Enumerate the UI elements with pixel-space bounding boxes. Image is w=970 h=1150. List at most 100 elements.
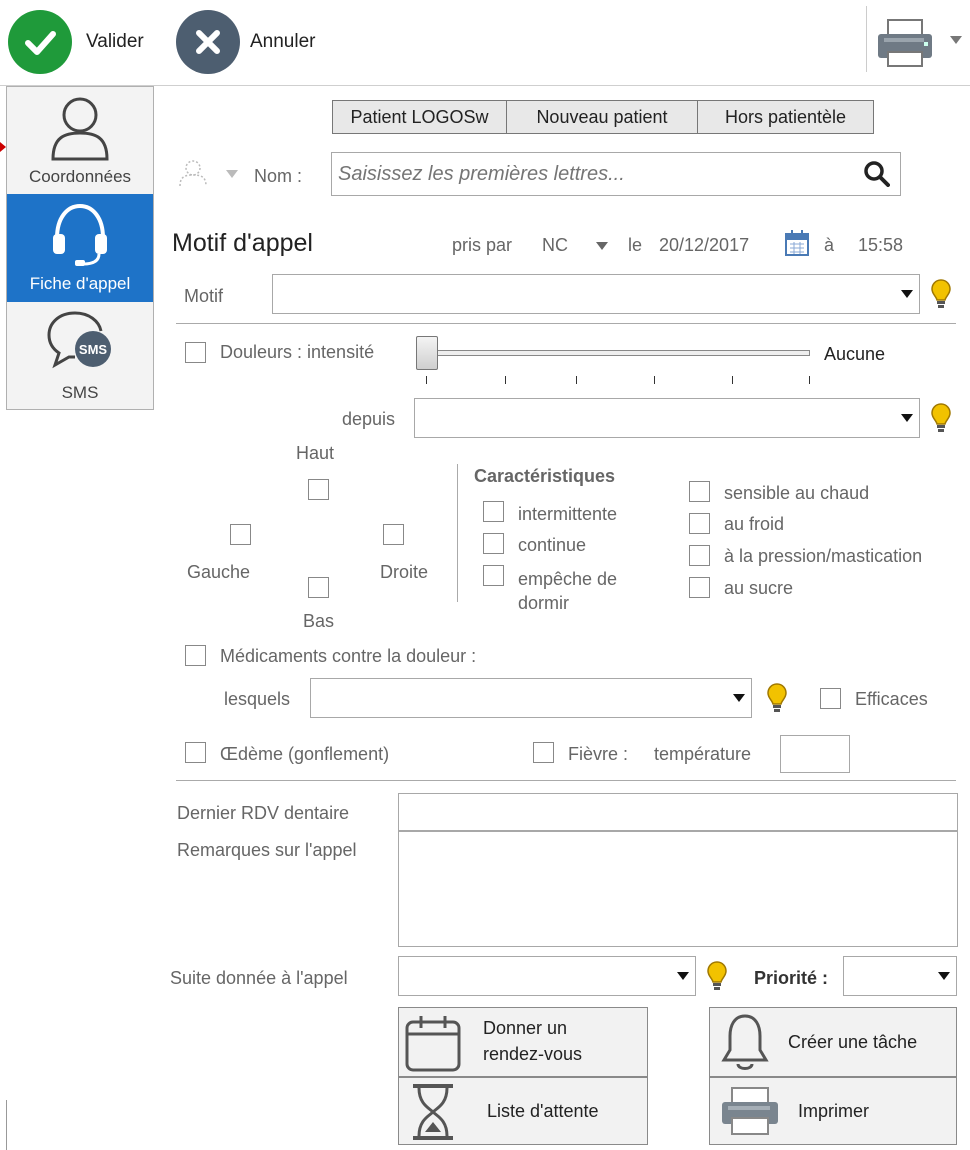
call-date[interactable]: 20/12/2017 (659, 235, 749, 256)
sidebar-item-coordonnees[interactable]: Coordonnées (7, 87, 153, 193)
calendar-icon[interactable] (784, 229, 810, 257)
tab-hors-patientele[interactable]: Hors patientèle (698, 100, 874, 134)
intermittent-checkbox[interactable] (483, 501, 504, 522)
chevron-down-icon (677, 972, 689, 980)
taken-by-select[interactable]: NC (540, 230, 616, 260)
hourglass-icon (413, 1084, 453, 1140)
medication-select[interactable] (310, 678, 752, 718)
douleurs-checkbox[interactable] (185, 342, 206, 363)
chevron-down-icon (901, 414, 913, 422)
toolbar-separator (866, 6, 867, 72)
location-bottom-checkbox[interactable] (308, 577, 329, 598)
lightbulb-icon[interactable] (930, 278, 952, 310)
give-appointment-button[interactable]: Donner un rendez-vous (398, 1007, 648, 1077)
last-appointment-input[interactable] (398, 793, 958, 831)
last-appointment-label: Dernier RDV dentaire (177, 803, 350, 823)
printer-icon (722, 1087, 778, 1135)
effective-checkbox[interactable] (820, 688, 841, 709)
prevents-sleep-checkbox[interactable] (483, 565, 504, 586)
printer-icon (878, 19, 932, 67)
slider-tick (576, 376, 577, 384)
continuous-checkbox[interactable] (483, 533, 504, 554)
avatar-placeholder-icon (179, 160, 207, 187)
tab-patient-logosw[interactable]: Patient LOGOSw (332, 100, 507, 134)
followup-label: Suite donnée à l'appel (170, 968, 348, 988)
sidebar-item-fiche-appel[interactable]: Fiche d'appel (7, 194, 153, 302)
continuous-label: continue (518, 535, 587, 555)
temperature-input[interactable] (780, 735, 850, 773)
remarks-textarea[interactable] (398, 831, 958, 947)
since-select[interactable] (414, 398, 920, 438)
cancel-button[interactable]: Annuler (176, 8, 346, 76)
chevron-down-icon (226, 170, 238, 178)
waiting-list-label: Liste d'attente (487, 1101, 599, 1121)
intermittent-label: intermittente (518, 504, 618, 524)
chevron-down-icon (733, 694, 745, 702)
since-label: depuis (342, 409, 396, 429)
give-appointment-label-line2: rendez-vous (483, 1044, 583, 1064)
search-input[interactable] (338, 157, 848, 191)
sidebar-item-sms[interactable]: SMS SMS (7, 303, 153, 409)
search-field[interactable] (331, 152, 901, 196)
slider-tick (426, 376, 427, 384)
lightbulb-icon[interactable] (766, 682, 788, 714)
lightbulb-icon[interactable] (930, 402, 952, 434)
time-prefix: à (824, 235, 835, 255)
sidebar: Coordonnées Fiche d'appel SMS SMS (6, 86, 154, 410)
location-left-checkbox[interactable] (230, 524, 251, 545)
create-task-label: Créer une tâche (788, 1032, 918, 1052)
motif-label: Motif (184, 286, 224, 306)
intensity-value: Aucune (824, 344, 886, 364)
tab-nouveau-patient[interactable]: Nouveau patient (507, 100, 698, 134)
lightbulb-icon[interactable] (706, 960, 728, 992)
slider-tick (505, 376, 506, 384)
oedeme-checkbox[interactable] (185, 742, 206, 763)
characteristics-title: Caractéristiques (474, 466, 616, 486)
sidebar-item-label: SMS (61, 383, 99, 402)
location-top-checkbox[interactable] (308, 479, 329, 500)
fever-checkbox[interactable] (533, 742, 554, 763)
priority-select[interactable] (843, 956, 957, 996)
divider (176, 780, 956, 781)
chevron-down-icon (950, 36, 962, 44)
divider (176, 323, 956, 324)
motif-select[interactable] (272, 274, 920, 314)
call-time[interactable]: 15:58 (858, 235, 903, 256)
red-marker (0, 142, 6, 152)
location-right-label: Droite (380, 562, 429, 582)
create-task-button[interactable]: Créer une tâche (709, 1007, 957, 1077)
location-top-label: Haut (296, 443, 335, 463)
followup-select[interactable] (398, 956, 696, 996)
taken-by-label: pris par (452, 235, 513, 255)
sms-badge-text: SMS (79, 342, 108, 357)
toolbar: Valider Annuler (0, 0, 970, 86)
slider-thumb[interactable] (416, 336, 438, 370)
sensitive-heat-label: sensible au chaud (724, 483, 870, 503)
waiting-list-button[interactable]: Liste d'attente (398, 1077, 648, 1145)
douleurs-label: Douleurs : intensité (220, 342, 375, 362)
intensity-slider[interactable] (414, 334, 814, 390)
sensitive-cold-checkbox[interactable] (689, 513, 710, 534)
sensitive-sugar-checkbox[interactable] (689, 577, 710, 598)
sensitive-sugar-label: au sucre (724, 578, 794, 598)
sensitive-pressure-checkbox[interactable] (689, 545, 710, 566)
bell-icon (721, 1014, 769, 1070)
chevron-down-icon (596, 242, 608, 250)
sensitive-heat-checkbox[interactable] (689, 481, 710, 502)
print-menu-button[interactable] (872, 14, 966, 70)
oedeme-label: Œdème (gonflement) (220, 744, 390, 764)
chevron-down-icon (938, 972, 950, 980)
medication-checkbox[interactable] (185, 645, 206, 666)
location-right-checkbox[interactable] (383, 524, 404, 545)
patient-avatar-dropdown[interactable] (172, 156, 244, 192)
print-button[interactable]: Imprimer (709, 1077, 957, 1145)
validate-button[interactable]: Valider (8, 8, 168, 76)
vertical-divider (457, 464, 458, 602)
search-icon[interactable] (864, 161, 890, 187)
section-title-motif: Motif d'appel (172, 229, 313, 257)
which-label: lesquels (224, 689, 291, 709)
print-label: Imprimer (798, 1101, 869, 1121)
bottom-left-edge (6, 1100, 7, 1150)
slider-tick (654, 376, 655, 384)
name-label: Nom : (254, 166, 303, 186)
